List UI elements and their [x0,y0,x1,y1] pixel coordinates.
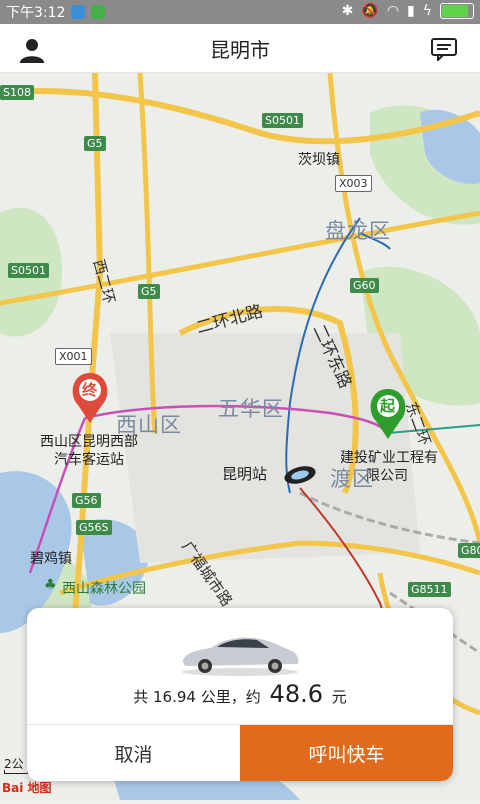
charging-icon: ϟ [422,3,432,19]
call-car-button[interactable]: 呼叫快车 [240,725,453,781]
road-shield: S0501 [8,263,49,278]
park-pin-icon: ♣ [44,577,57,593]
trip-fare: 48.6 [269,680,323,708]
status-indicators: ✱ 🔕 ◠ ▮ ϟ [342,3,474,19]
status-time: 下午3:12 [6,5,66,21]
road-shield: G5 [138,284,160,299]
place-forest-park: 西山森林公园 [62,581,146,597]
road-shield: G8511 [408,582,451,597]
trip-estimate-card: 共 16.94 公里，约 48.6 元 取消 呼叫快车 [27,608,453,781]
status-bar: 下午3:12 ✱ 🔕 ◠ ▮ ϟ [0,0,480,24]
road-shield: X001 [55,348,92,365]
road-shield: S0501 [262,113,303,128]
district-xishan: 西山区 [116,413,182,437]
summary-currency: 元 [331,688,347,706]
wifi-icon: ◠ [386,3,400,19]
road-shield: G60 [350,278,379,293]
page-title: 昆明市 [210,37,270,62]
silent-icon: 🔕 [361,3,379,19]
summary-prefix: 共 [133,688,149,706]
end-marker-char: 终 [82,381,98,399]
battery-icon [440,3,474,19]
end-label-line2: 汽车客运站 [54,452,124,468]
summary-unit: 公里，约 [200,688,261,706]
notification-app-icon [71,5,86,19]
message-icon[interactable] [430,37,458,61]
header: 昆明市 [0,24,480,73]
signal-icon: ▮ [407,3,415,19]
road-shield: X003 [335,175,372,192]
map-attribution: Bai 地图 [2,781,52,795]
district-wuhua: 五华区 [218,397,284,421]
trip-distance: 16.94 [153,688,196,706]
start-marker-char: 起 [380,397,396,415]
trip-summary: 共 16.94 公里，约 48.6 元 [27,680,453,708]
place-maoba: 茨坝镇 [298,152,340,168]
road-shield: S108 [0,85,34,100]
road-shield: G56S [76,520,112,535]
map-scale-bar [4,770,28,774]
battery-fill [442,5,468,17]
place-station: 昆明站 [222,465,268,483]
district-guandu: 渡区 [330,467,374,491]
road-shield: G56 [72,493,101,508]
notification-wechat-icon [91,5,106,19]
cancel-button[interactable]: 取消 [27,725,240,781]
road-shield: G5 [84,136,106,151]
car-icon [182,637,299,676]
bluetooth-icon: ✱ [341,3,354,19]
road-shield: G80 [458,543,480,558]
place-bijizhen: 碧鸡镇 [30,551,72,567]
district-panlong: 盘龙区 [325,219,391,243]
user-icon[interactable] [18,36,46,64]
card-actions: 取消 呼叫快车 [27,724,453,781]
